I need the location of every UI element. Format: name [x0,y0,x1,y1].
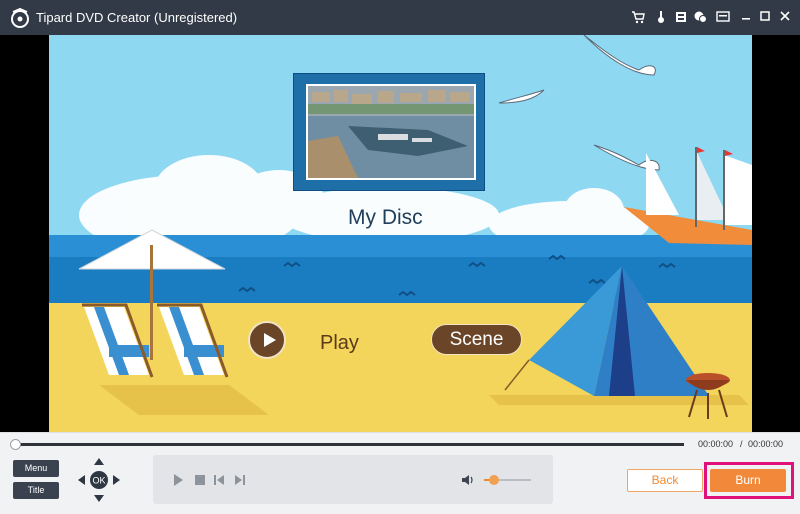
play-circle-icon[interactable] [248,321,286,359]
up-arrow-icon[interactable] [94,458,104,465]
back-button[interactable]: Back [627,469,703,492]
chat-icon[interactable] [692,10,708,26]
progress-track[interactable] [14,443,684,446]
previous-icon[interactable] [212,473,226,487]
app-logo-icon [11,8,29,28]
register-icon[interactable] [673,10,689,26]
time-separator: / [740,439,743,449]
menu-button[interactable]: Menu [13,460,59,477]
disc-thumbnail-frame[interactable] [293,73,485,191]
next-icon[interactable] [233,473,247,487]
maximize-icon[interactable] [757,10,773,26]
ok-label: OK [92,476,105,486]
volume-slider-handle[interactable] [489,475,499,485]
disc-thumbnail [306,84,476,180]
scene-button[interactable]: Scene [431,324,522,355]
window-title: Tipard DVD Creator (Unregistered) [36,10,238,25]
burn-button[interactable]: Burn [710,469,786,492]
volume-icon[interactable] [461,473,475,487]
disc-title[interactable]: My Disc [348,206,423,230]
play-button-label[interactable]: Play [320,332,359,355]
stop-icon[interactable] [193,473,207,487]
left-arrow-icon[interactable] [78,475,85,485]
menu-preview-stage: My Disc Play Scene [0,35,800,432]
right-arrow-icon[interactable] [113,475,120,485]
time-current: 00:00:00 [698,439,734,449]
title-bar: Tipard DVD Creator (Unregistered) [0,0,800,35]
time-total: 00:00:00 [748,439,784,449]
down-arrow-icon[interactable] [94,495,104,502]
close-icon[interactable] [777,10,793,26]
minimize-icon[interactable] [738,10,754,26]
cart-icon[interactable] [630,10,646,26]
play-icon[interactable] [171,473,185,487]
navigation-dpad[interactable]: OK [78,457,120,503]
menu-template-preview: My Disc Play Scene [49,35,752,432]
menu-icon[interactable] [715,10,731,26]
title-button[interactable]: Title [13,482,59,499]
key-icon[interactable] [653,10,669,26]
progress-slider-handle[interactable] [10,439,21,450]
